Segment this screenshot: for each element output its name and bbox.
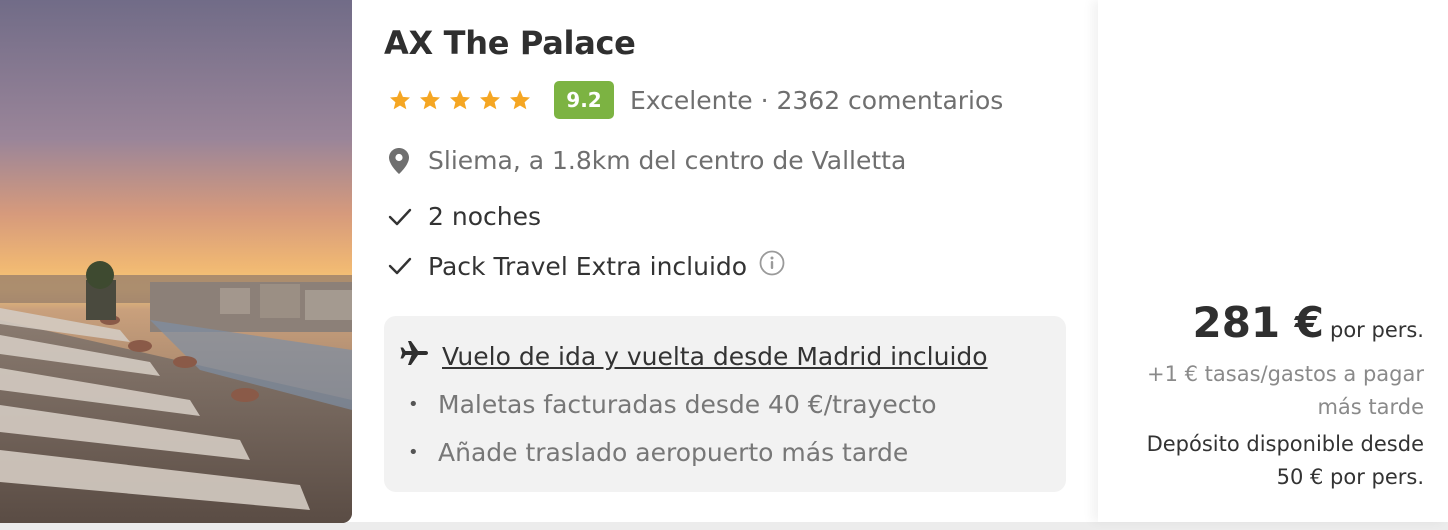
bullet-text: Añade traslado aeropuerto más tarde [438,438,909,467]
star-icon [510,90,530,110]
star-icon [450,90,470,110]
check-icon [388,207,418,227]
deposit-line: Depósito disponible desde [1146,432,1424,456]
rating-text[interactable]: Excelente · 2362 comentarios [630,86,1003,115]
feature-text: Pack Travel Extra incluido [428,251,748,281]
feature-nights: 2 noches [384,202,541,231]
rating-row: 9.2 Excelente · 2362 comentarios [384,80,1003,120]
feature-text: 2 noches [428,202,541,231]
flight-bullet: • Maletas facturadas desde 40 €/trayecto [408,390,937,419]
flight-link[interactable]: Vuelo de ida y vuelta desde Madrid inclu… [442,342,988,371]
flight-row[interactable]: Vuelo de ida y vuelta desde Madrid inclu… [400,340,988,372]
bullet-text: Maletas facturadas desde 40 €/trayecto [438,390,937,419]
price-panel[interactable]: 281 € por pers. +1 € tasas/gastos a paga… [1098,0,1448,522]
price-row: 281 € por pers. [1192,298,1424,347]
hotel-card[interactable]: AX The Palace 9.2 Excelente · 2362 comen… [0,0,1448,523]
check-icon [388,256,418,276]
hotel-info: AX The Palace 9.2 Excelente · 2362 comen… [384,0,1074,522]
price-per: por pers. [1330,318,1424,342]
bullet-icon: • [408,394,419,415]
tax-line: +1 € tasas/gastos a pagar [1146,362,1424,386]
bullet-icon: • [408,442,419,463]
price-amount: 281 € [1192,298,1324,347]
deposit-line: 50 € por pers. [1276,465,1424,489]
location-text: Sliema, a 1.8km del centro de Valletta [428,146,907,175]
info-icon[interactable] [759,250,785,282]
location-line: Sliema, a 1.8km del centro de Valletta [384,146,906,175]
tax-line: más tarde [1317,395,1424,419]
airplane-icon [400,340,430,372]
hotel-name[interactable]: AX The Palace [384,24,636,62]
location-pin-icon [388,147,418,175]
star-rating [388,88,532,112]
score-badge: 9.2 [554,81,614,119]
star-icon [480,90,500,110]
deposit-note: Depósito disponible desde 50 € por pers. [1104,428,1424,494]
star-icon [420,90,440,110]
tax-note: +1 € tasas/gastos a pagar más tarde [1124,358,1424,424]
hotel-photo[interactable] [0,0,352,523]
flight-bullet: • Añade traslado aeropuerto más tarde [408,438,908,467]
feature-pack: Pack Travel Extra incluido [384,250,785,282]
star-icon [390,90,410,110]
